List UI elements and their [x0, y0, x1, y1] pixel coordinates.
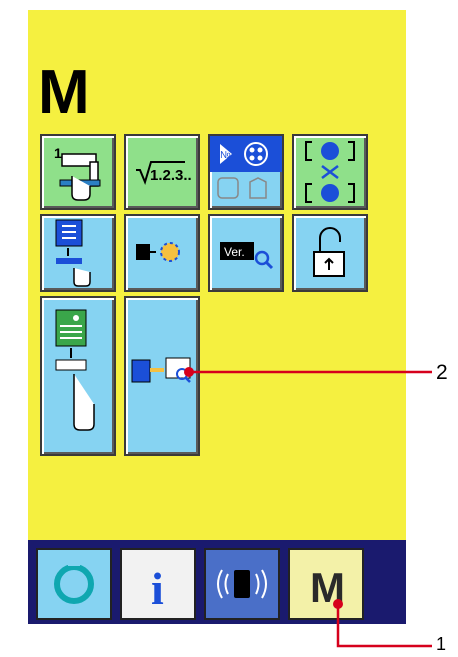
pcb-download-icon — [55, 309, 95, 431]
callout-label-1: 1 — [436, 634, 447, 654]
memory-download-icon — [55, 219, 91, 287]
data-check-key[interactable] — [124, 296, 200, 456]
svg-text:i: i — [151, 563, 164, 614]
register-number-key[interactable]: 1 — [40, 134, 116, 210]
program-rewrite-key[interactable] — [40, 296, 116, 456]
communication-check-icon — [131, 357, 191, 383]
information-key[interactable]: i — [120, 548, 196, 620]
communication-key[interactable] — [204, 548, 280, 620]
reset-ring-icon — [54, 558, 94, 604]
callout-label-2: 2 — [436, 361, 448, 384]
bobbin-icon — [136, 242, 180, 262]
info-icon: i — [151, 563, 164, 614]
pattern-select-key[interactable]: № — [208, 134, 284, 210]
memory-switch-key[interactable] — [40, 214, 116, 292]
svg-text:1.2.3..: 1.2.3.. — [150, 167, 192, 184]
keylock-key[interactable] — [292, 214, 368, 292]
padlock-open-icon — [313, 227, 345, 277]
counter-key[interactable]: 1.2.3.. — [124, 134, 200, 210]
svg-text:№: № — [220, 150, 231, 161]
version-key[interactable]: Ver. — [208, 214, 284, 292]
mode-m-icon: M — [310, 564, 345, 611]
version-search-icon: Ver. — [220, 242, 274, 270]
communication-icon — [217, 569, 267, 599]
data-exchange-icon — [305, 141, 355, 203]
svg-text:1: 1 — [54, 145, 62, 161]
no-pattern-icon: № — [210, 136, 282, 199]
data-convert-key[interactable] — [292, 134, 368, 210]
counter-icon: 1.2.3.. — [136, 161, 192, 185]
ready-key[interactable] — [36, 548, 112, 620]
mode-key[interactable]: M — [288, 548, 364, 620]
sewing-machine-hand-icon: 1 — [54, 145, 101, 201]
svg-text:M: M — [310, 564, 345, 611]
bobbin-winder-key[interactable] — [124, 214, 200, 292]
svg-text:Ver.: Ver. — [224, 245, 245, 259]
mode-title: M — [38, 58, 90, 127]
